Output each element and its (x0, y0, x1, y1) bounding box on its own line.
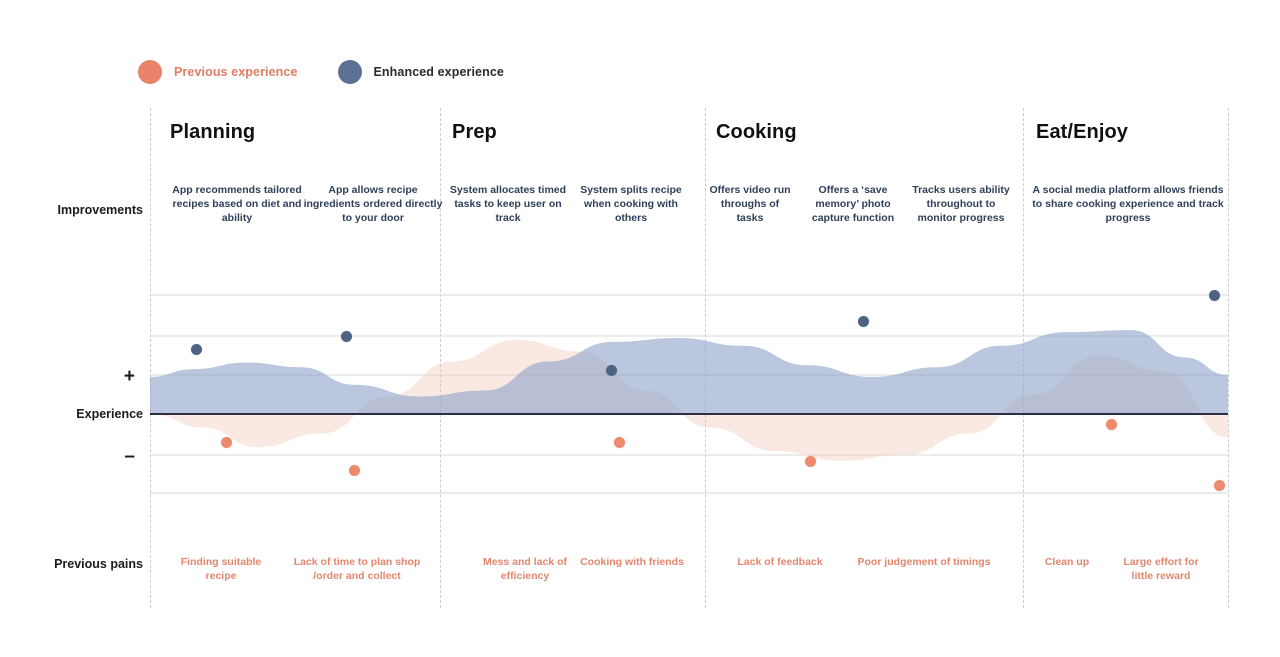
legend-label-enhanced: Enhanced experience (373, 65, 504, 79)
improvement-note: Tracks users ability throughout to monit… (912, 184, 1010, 224)
pain-note: Poor judgement of timings (857, 556, 991, 568)
improvement-note: Offers a ‘save memory’ photo capture fun… (811, 184, 895, 224)
row-label-improvements: Improvements (57, 203, 143, 217)
column-divider (1228, 108, 1229, 608)
legend-item-previous-experience: Previous experience (138, 60, 298, 84)
legend-item-enhanced-experience: Enhanced experience (337, 60, 504, 84)
previous-experience-point (613, 436, 625, 448)
legend: Previous experience Enhanced experience (138, 60, 504, 84)
pain-note: Lack of feedback (737, 556, 823, 568)
enhanced-experience-point (605, 364, 617, 376)
experience-curve-svg (150, 294, 1228, 494)
previous-experience-point (348, 464, 360, 476)
stage-title-prep: Prep (452, 121, 497, 143)
pain-note: Large effort for little reward (1123, 556, 1199, 582)
circle-swatch-icon (337, 60, 362, 84)
stage-title-cooking: Cooking (716, 121, 797, 143)
improvement-note: App recommends tailored recipes based on… (172, 184, 302, 224)
previous-experience-point (1213, 479, 1225, 491)
circle-swatch-icon (138, 60, 162, 84)
pain-note: Cooking with friends (580, 556, 684, 568)
enhanced-experience-point (190, 343, 202, 355)
previous-experience-point (220, 436, 232, 448)
improvement-note: A social media platform allows friends t… (1032, 184, 1224, 224)
pain-note: Clean up (1044, 556, 1090, 568)
stage-title-eat-enjoy: Eat/Enjoy (1036, 121, 1129, 143)
enhanced-experience-point (1208, 289, 1220, 301)
axis-negative-sign: – (124, 446, 135, 467)
previous-experience-point (1105, 418, 1117, 430)
row-label-previous-pains: Previous pains (54, 557, 143, 571)
improvement-note: App allows recipe ingredients ordered di… (303, 184, 443, 224)
enhanced-experience-point (340, 330, 352, 342)
enhanced-experience-point (857, 315, 869, 327)
stage-title-planning: Planning (170, 121, 256, 143)
pain-note: Lack of time to plan shop /order and col… (293, 556, 421, 582)
enhanced-experience-area (150, 330, 1228, 414)
journey-map-board: Previous experience Enhanced experience … (0, 0, 1280, 657)
pain-note: Mess and lack of efficiency (482, 556, 568, 582)
experience-curve-chart (150, 255, 1228, 510)
axis-positive-sign: + (123, 366, 135, 387)
previous-experience-point (804, 455, 816, 467)
pain-note: Finding suitable recipe (180, 556, 262, 582)
legend-label-previous: Previous experience (174, 65, 298, 79)
improvement-note: Offers video run throughs of tasks (709, 184, 791, 224)
improvement-note: System splits recipe when cooking with o… (580, 184, 682, 224)
row-label-experience: Experience (76, 407, 143, 421)
improvement-note: System allocates timed tasks to keep use… (449, 184, 567, 224)
